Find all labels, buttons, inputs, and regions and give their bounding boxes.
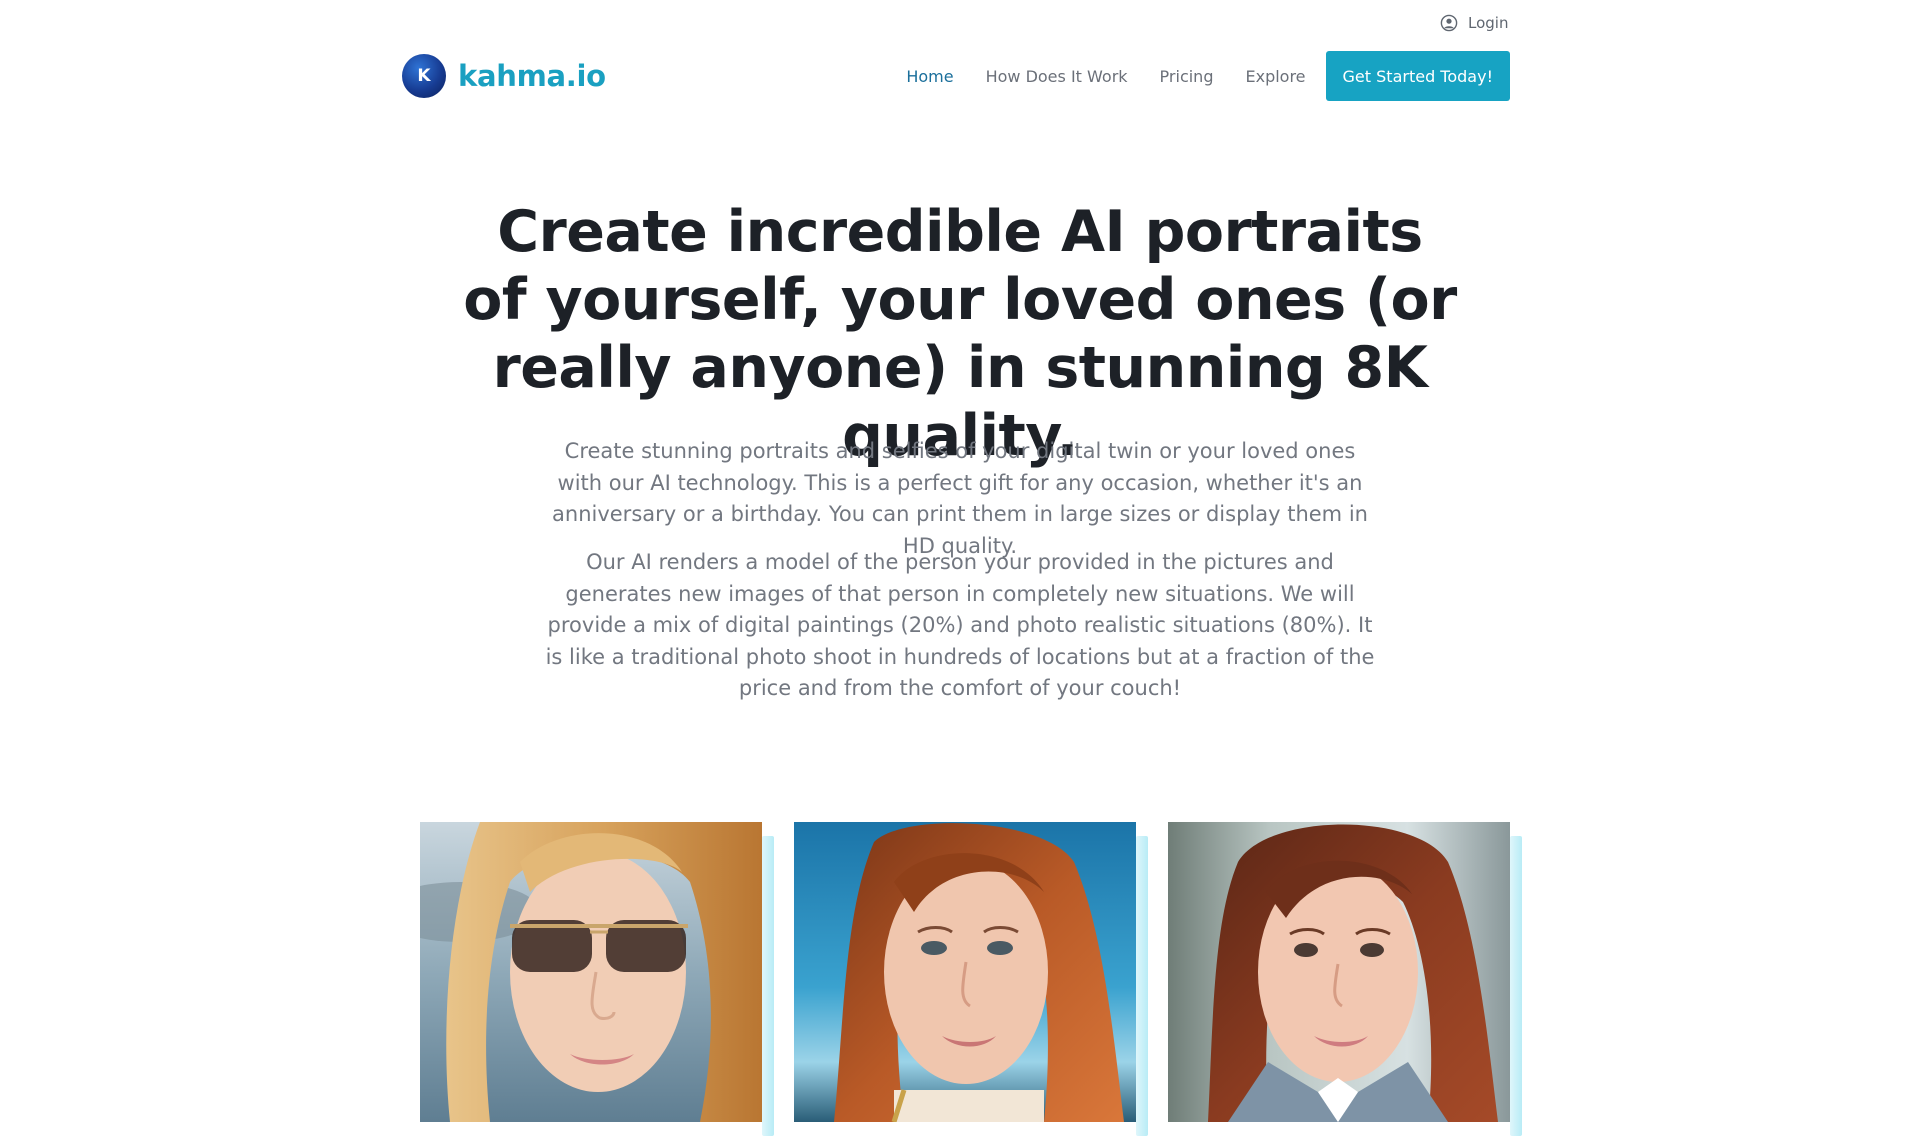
portrait-photo-beach: [794, 822, 1136, 1122]
brand-name: kahma.io: [458, 59, 606, 93]
nav-item-explore[interactable]: Explore: [1245, 67, 1305, 86]
main-navbar: K kahma.io Home How Does It Work Pricing…: [402, 50, 1510, 102]
portrait-gallery: [420, 822, 1530, 1136]
get-started-label: Get Started Today!: [1342, 66, 1493, 86]
logo-letter: K: [417, 66, 431, 86]
login-label: Login: [1468, 14, 1509, 32]
portrait-photo-blazer: [1168, 822, 1510, 1122]
nav-item-pricing[interactable]: Pricing: [1160, 67, 1214, 86]
hero-description-2: Our AI renders a model of the person you…: [545, 550, 1375, 700]
portrait-card[interactable]: [420, 822, 774, 1136]
user-circle-icon: [1440, 14, 1458, 32]
brand-logo-link[interactable]: K kahma.io: [402, 54, 606, 98]
portrait-photo-sunglasses: [420, 822, 762, 1122]
hero-title: Create incredible AI portraits of yourse…: [463, 199, 1457, 469]
login-link[interactable]: Login: [1440, 14, 1508, 32]
get-started-button[interactable]: Get Started Today!: [1325, 51, 1510, 101]
portrait-card[interactable]: [794, 822, 1148, 1136]
hero-description-1: Create stunning portraits and selfies of…: [552, 439, 1368, 558]
brand-logo-icon: K: [402, 54, 446, 98]
portrait-card[interactable]: [1168, 822, 1522, 1136]
nav-item-home[interactable]: Home: [906, 67, 953, 86]
nav-item-how-does-it-work[interactable]: How Does It Work: [986, 67, 1128, 86]
nav-links: Home How Does It Work Pricing Explore Ge…: [874, 51, 1510, 101]
